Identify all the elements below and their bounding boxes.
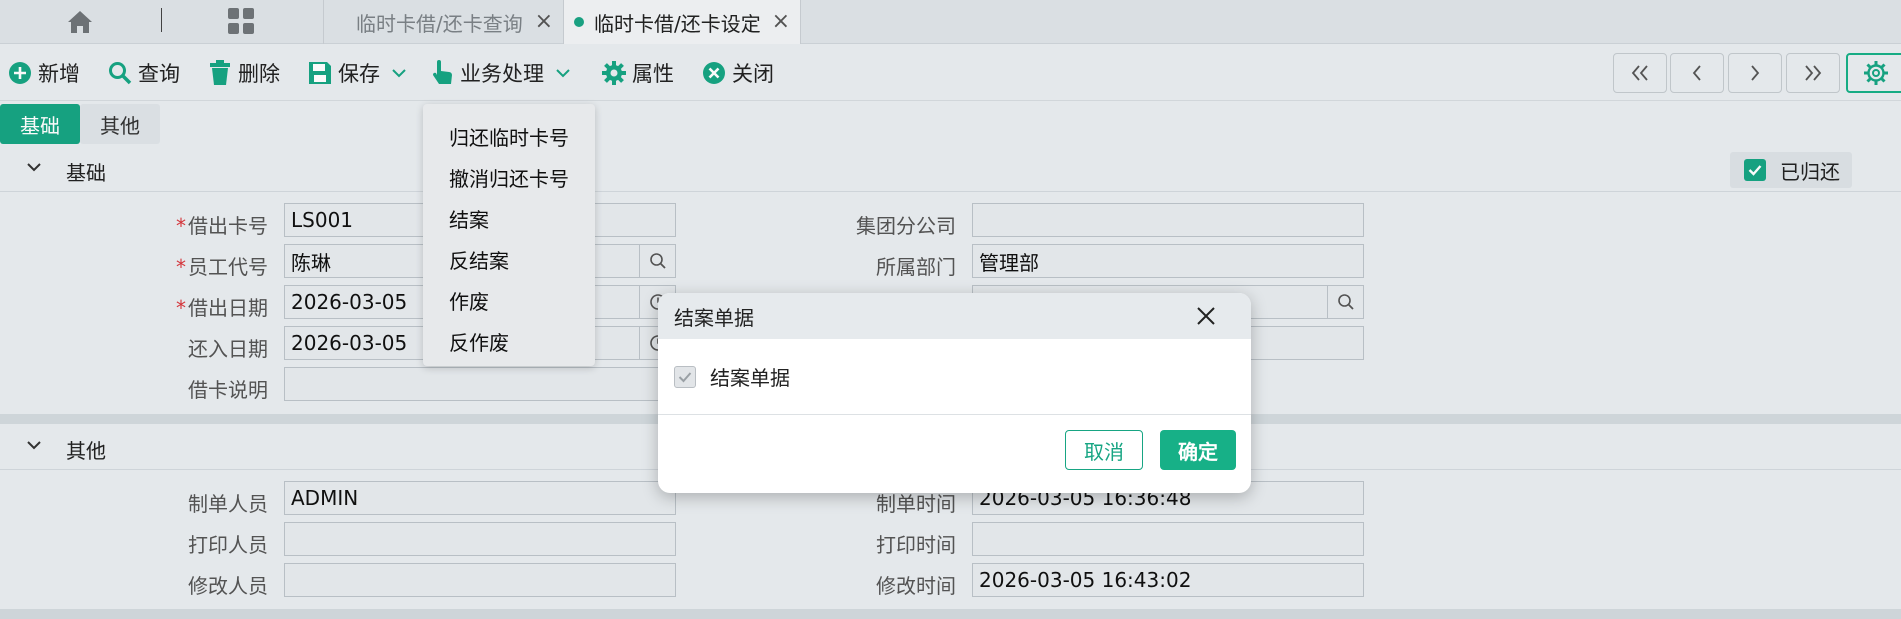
- dialog-title: 结案单据: [674, 305, 754, 330]
- close-case-checkbox-label: 结案单据: [710, 366, 790, 390]
- dialog-body: 结案单据: [658, 339, 1251, 415]
- close-case-dialog: 结案单据 结案单据 取消 确定: [658, 293, 1251, 493]
- dialog-footer: 取消 确定: [658, 415, 1251, 493]
- dialog-header: 结案单据: [658, 293, 1251, 339]
- close-icon[interactable]: [1195, 305, 1217, 327]
- cancel-button[interactable]: 取消: [1065, 430, 1143, 470]
- close-case-checkbox[interactable]: [674, 365, 696, 388]
- confirm-button[interactable]: 确定: [1160, 430, 1236, 470]
